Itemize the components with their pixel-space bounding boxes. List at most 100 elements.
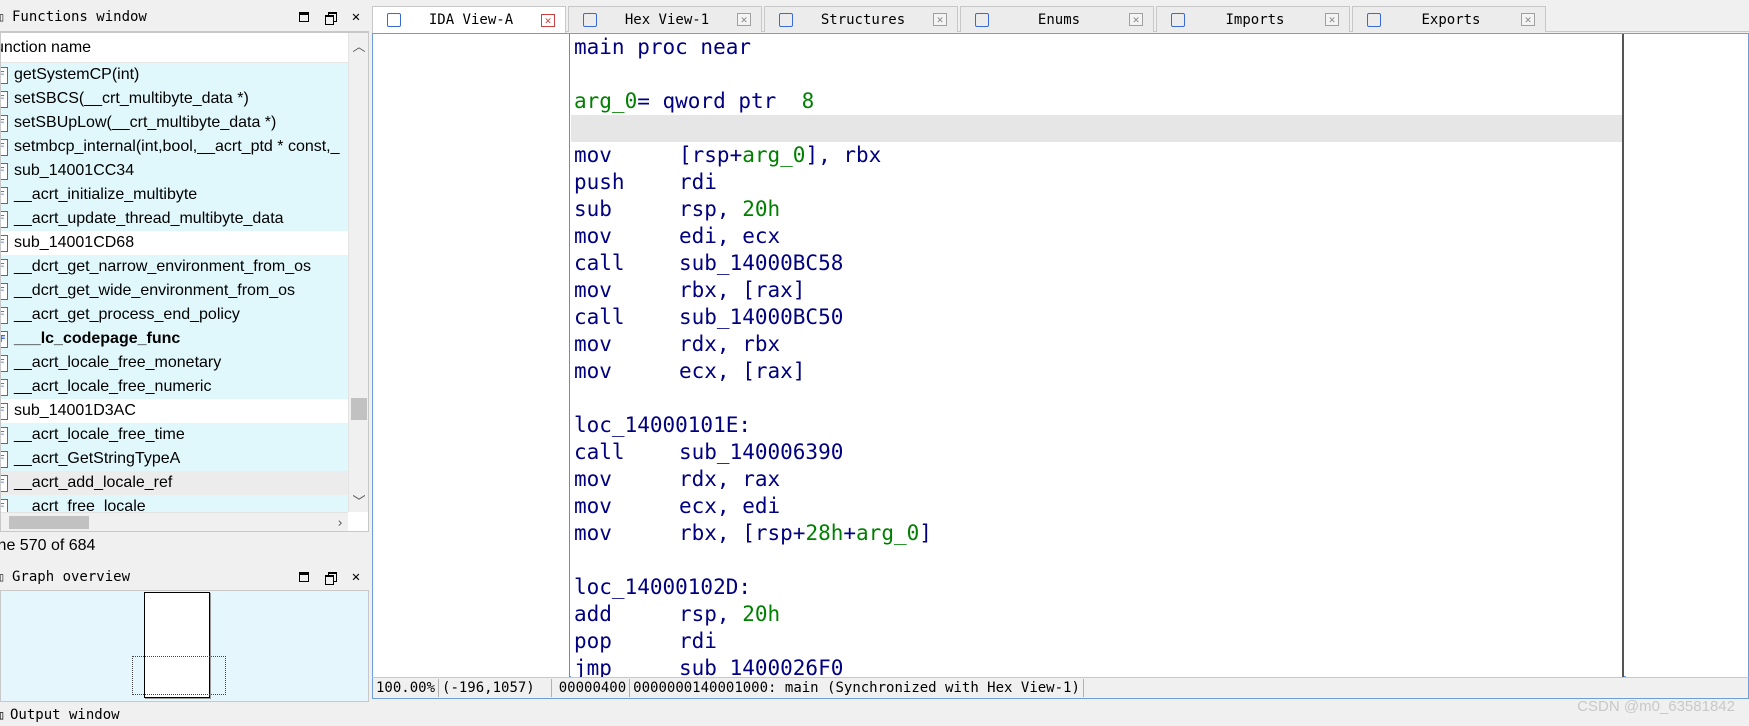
tab-close-icon[interactable]: ✕: [541, 13, 555, 27]
code-line[interactable]: [571, 115, 1622, 142]
function-name: __dcrt_get_narrow_environment_from_os: [14, 258, 312, 275]
operand-text: ], rbx: [805, 143, 882, 167]
mnemonic: add: [574, 602, 612, 626]
function-row[interactable]: __acrt_locale_free_time: [1, 423, 348, 447]
mnemonic: call: [574, 251, 625, 275]
tab-close-icon[interactable]: ✕: [1325, 13, 1339, 26]
enums-icon: [975, 12, 989, 27]
operand-text: rdi: [679, 170, 717, 194]
tab-ida-view-a[interactable]: IDA View-A ✕: [372, 6, 566, 33]
operand-text: rdi: [679, 629, 717, 653]
code-line[interactable]: loc_14000101E:: [571, 412, 1622, 439]
code-line[interactable]: pop rdi: [571, 628, 1622, 655]
code-line[interactable]: arg_0= qword ptr 8: [571, 88, 1622, 115]
maximize-button[interactable]: [291, 566, 317, 588]
function-icon: [1, 162, 8, 180]
tab-label: Structures: [820, 11, 906, 28]
function-row[interactable]: getSystemCP(int): [1, 63, 348, 87]
function-row[interactable]: sub_14001CC34: [1, 159, 348, 183]
hscrollbar-thumb[interactable]: [9, 516, 89, 529]
code-line[interactable]: [571, 61, 1622, 88]
tab-enums[interactable]: Enums ✕: [960, 6, 1154, 32]
functions-window-titlebar[interactable]: ▯ Functions window ✕: [0, 2, 369, 32]
function-name: getSystemCP(int): [14, 66, 140, 83]
restore-button[interactable]: [317, 566, 343, 588]
operand-text: rsp,: [679, 197, 743, 221]
tab-close-icon[interactable]: ✕: [737, 13, 751, 26]
close-button[interactable]: ✕: [343, 6, 369, 28]
function-row[interactable]: sub_14001CD68: [1, 231, 348, 255]
code-line[interactable]: [571, 547, 1622, 574]
code-line[interactable]: loc_14000102D:: [571, 574, 1622, 601]
code-line[interactable]: sub rsp, 20h: [571, 196, 1622, 223]
function-name: __acrt_get_process_end_policy: [14, 306, 240, 323]
code-line[interactable]: call sub_140006390: [571, 439, 1622, 466]
graph-overview-canvas[interactable]: [0, 590, 369, 702]
code-line[interactable]: mov rdx, rax: [571, 466, 1622, 493]
function-row[interactable]: setSBCS(__crt_multibyte_data *): [1, 87, 348, 111]
tab-hex-view-1[interactable]: Hex View-1 ✕: [568, 6, 762, 32]
code-line[interactable]: mov edi, ecx: [571, 223, 1622, 250]
graph-viewport-rect[interactable]: [132, 656, 226, 695]
code-line[interactable]: call sub_14000BC50: [571, 304, 1622, 331]
ida-view-a[interactable]: main proc near arg_0= qword ptr 8 mov [rsp+…: [372, 33, 1749, 677]
function-row[interactable]: __dcrt_get_narrow_environment_from_os: [1, 255, 348, 279]
function-name: __dcrt_get_wide_environment_from_os: [14, 282, 296, 299]
close-button[interactable]: ✕: [343, 566, 369, 588]
tab-close-icon[interactable]: ✕: [1521, 13, 1535, 26]
function-name: __acrt_locale_free_numeric: [14, 378, 212, 395]
scroll-right-icon[interactable]: ›: [336, 513, 344, 531]
code-line[interactable]: mov ecx, edi: [571, 493, 1622, 520]
tab-close-icon[interactable]: ✕: [1129, 13, 1143, 26]
code-line[interactable]: call sub_14000BC58: [571, 250, 1622, 277]
function-row[interactable]: __acrt_locale_free_monetary: [1, 351, 348, 375]
code-line[interactable]: add rsp, 20h: [571, 601, 1622, 628]
restore-button[interactable]: [317, 6, 343, 28]
function-name: sub_14001CC34: [14, 162, 135, 179]
code-line[interactable]: mov rbx, [rsp+28h+arg_0]: [571, 520, 1622, 547]
scrollbar-thumb[interactable]: [351, 398, 367, 420]
code-line[interactable]: mov [rsp+arg_0], rbx: [571, 142, 1622, 169]
code-line[interactable]: [571, 385, 1622, 412]
column-header-function-name[interactable]: unction name: [1, 33, 348, 63]
mnemonic: mov: [574, 467, 612, 491]
code-line[interactable]: main proc near: [571, 34, 1622, 61]
vertical-scrollbar[interactable]: ︿ ﹀: [348, 33, 368, 512]
function-row[interactable]: setmbcp_internal(int,bool,__acrt_ptd * c…: [1, 135, 348, 159]
function-row[interactable]: sub_14001D3AC: [1, 399, 348, 423]
disassembly-listing[interactable]: main proc near arg_0= qword ptr 8 mov [rsp+…: [571, 34, 1624, 677]
scroll-up-icon[interactable]: ︿: [349, 35, 368, 55]
function-icon: [1, 186, 8, 204]
function-row[interactable]: __acrt_get_process_end_policy: [1, 303, 348, 327]
function-row[interactable]: __dcrt_get_wide_environment_from_os: [1, 279, 348, 303]
maximize-button[interactable]: [291, 6, 317, 28]
mnemonic: mov: [574, 521, 612, 545]
operand-text: edi, ecx: [679, 224, 781, 248]
code-line[interactable]: mov ecx, [rax]: [571, 358, 1622, 385]
function-row[interactable]: setSBUpLow(__crt_multibyte_data *): [1, 111, 348, 135]
tab-exports[interactable]: Exports ✕: [1352, 6, 1546, 32]
function-row[interactable]: __acrt_GetStringTypeA: [1, 447, 348, 471]
code-line[interactable]: mov rbx, [rax]: [571, 277, 1622, 304]
function-row[interactable]: ___lc_codepage_func: [1, 327, 348, 351]
code-line[interactable]: push rdi: [571, 169, 1622, 196]
ida-view-icon: [387, 13, 401, 27]
code-line[interactable]: jmp sub_1400026F0: [571, 655, 1622, 677]
function-row[interactable]: __acrt_update_thread_multibyte_data: [1, 207, 348, 231]
output-window-titlebar[interactable]: ▯ Output window: [0, 704, 369, 726]
horizontal-scrollbar[interactable]: ›: [1, 512, 348, 531]
code-right-margin: [1626, 34, 1748, 677]
function-row[interactable]: __acrt_initialize_multibyte: [1, 183, 348, 207]
scroll-down-icon[interactable]: ﹀: [349, 490, 368, 510]
tab-imports[interactable]: Imports ✕: [1156, 6, 1350, 32]
function-row[interactable]: __acrt_locale_free_numeric: [1, 375, 348, 399]
tab-close-icon[interactable]: ✕: [933, 13, 947, 26]
function-row[interactable]: __acrt_add_locale_ref: [1, 471, 348, 495]
graph-overview-titlebar[interactable]: ▯ Graph overview ✕: [0, 562, 369, 592]
mnemonic: mov: [574, 224, 612, 248]
functions-window-icon: ▯: [0, 9, 6, 24]
function-name: sub_14001D3AC: [14, 402, 136, 419]
functions-list[interactable]: unction name getSystemCP(int) setSBCS(__c…: [0, 32, 369, 532]
code-line[interactable]: mov rdx, rbx: [571, 331, 1622, 358]
tab-structures[interactable]: Structures ✕: [764, 6, 958, 32]
